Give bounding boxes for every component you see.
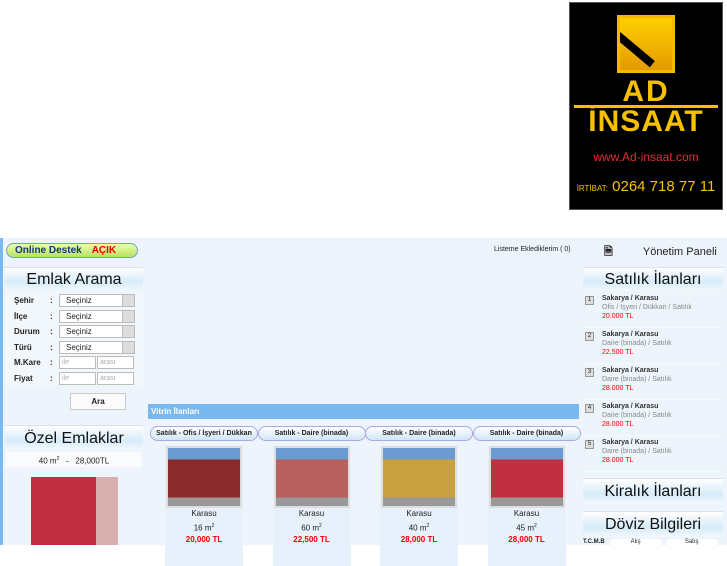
search-form: Şehir: Seçiniz İlçe: Seçiniz Durum: Seçiniz Tü… (5, 293, 143, 386)
satilik-list: 1 Sakarya / Karasu Ofis / İşyeri / Dükkan … (583, 292, 723, 472)
vitrin-title: Vitrin İlanları (148, 404, 579, 419)
ad-insaat-logo-banner[interactable]: AD İNSAAT www.Ad-insaat.com İRTİBAT: 026… (569, 2, 723, 210)
satilik-item[interactable]: 5 Sakarya / Karasu Daire (binada) / Satılı… (583, 436, 723, 472)
online-support-button[interactable]: Online Destek AÇIK (6, 243, 138, 258)
vitrin-type-pill[interactable]: Satılık - Ofis / İşyeri / Dükkan (150, 426, 258, 441)
search-field-row: Durum: Seçiniz (14, 324, 143, 340)
satilik-item[interactable]: 1 Sakarya / Karasu Ofis / İşyeri / Dükkan … (583, 292, 723, 328)
satilik-item[interactable]: 3 Sakarya / Karasu Daire (binada) / Satılı… (583, 364, 723, 400)
vitrin-card[interactable]: Satılık - Daire (binada) Karasu 45 m2 28,00… (472, 426, 581, 566)
search-button[interactable]: Ara (70, 393, 126, 410)
search-select[interactable]: Seçiniz (59, 294, 135, 308)
vitrin-type-pill[interactable]: Satılık - Daire (binada) (365, 426, 473, 441)
property-photo[interactable] (381, 446, 457, 508)
property-photo[interactable] (166, 446, 242, 508)
house-logo-icon (617, 15, 675, 73)
mkare-min-input[interactable]: ile (59, 356, 96, 370)
admin-panel-link[interactable]: 🗎 Yönetim Paneli (604, 243, 724, 262)
logo-insaat: İNSAAT (574, 105, 718, 137)
search-select[interactable]: Seçiniz (59, 325, 135, 339)
search-field-row: Şehir: Seçiniz (14, 293, 143, 309)
online-status: AÇIK (91, 245, 117, 256)
search-field-row: İlçe: Seçiniz (14, 309, 143, 325)
property-photo[interactable] (488, 446, 565, 508)
vitrin-type-pill[interactable]: Satılık - Daire (binada) (257, 426, 366, 441)
vitrin-card[interactable]: Satılık - Daire (binada) Karasu 40 m2 28,00… (365, 426, 473, 566)
price-min-input[interactable]: ile (59, 371, 96, 385)
search-field-row: Türü: Seçiniz (14, 340, 143, 356)
ozel-info: 40 m2 - 28,000TL (6, 452, 142, 467)
doviz-header-row: T.C.M.B Alış Satış (583, 539, 723, 545)
page-edge (0, 238, 3, 545)
satilik-item[interactable]: 2 Sakarya / Karasu Daire (binada) / Satılı… (583, 328, 723, 364)
vitrin-card[interactable]: Satılık - Ofis / İşyeri / Dükkan Karasu 16… (150, 426, 258, 566)
kiralik-title: Kiralık İlanları (583, 478, 723, 504)
document-icon: 🗎 (604, 246, 613, 258)
satilik-title: Satılık İlanları (583, 267, 723, 291)
doviz-title: Döviz Bilgileri (583, 511, 723, 537)
ozel-title: Özel Emlaklar (5, 425, 143, 450)
vitrin-card[interactable]: Satılık - Daire (binada) Karasu 60 m2 22,50… (257, 426, 366, 566)
vitrin-type-pill[interactable]: Satılık - Daire (binada) (472, 426, 581, 441)
satilik-item[interactable]: 4 Sakarya / Karasu Daire (binada) / Satılı… (583, 400, 723, 436)
logo-phone: İRTİBAT: 0264 718 77 11 (576, 178, 716, 195)
search-select[interactable]: Seçiniz (59, 309, 135, 323)
property-photo[interactable] (273, 446, 350, 508)
search-title: Emlak Arama (5, 267, 143, 291)
search-select[interactable]: Seçiniz (59, 340, 135, 354)
logo-ad: AD (622, 75, 670, 108)
ozel-property-photo[interactable] (31, 477, 118, 545)
mkare-max-input[interactable]: arası (97, 356, 134, 370)
logo-url: www.Ad-insaat.com (593, 150, 699, 164)
my-list-link[interactable]: Listeme Eklediklerim ( 0) (494, 246, 571, 253)
price-max-input[interactable]: arası (97, 371, 134, 385)
